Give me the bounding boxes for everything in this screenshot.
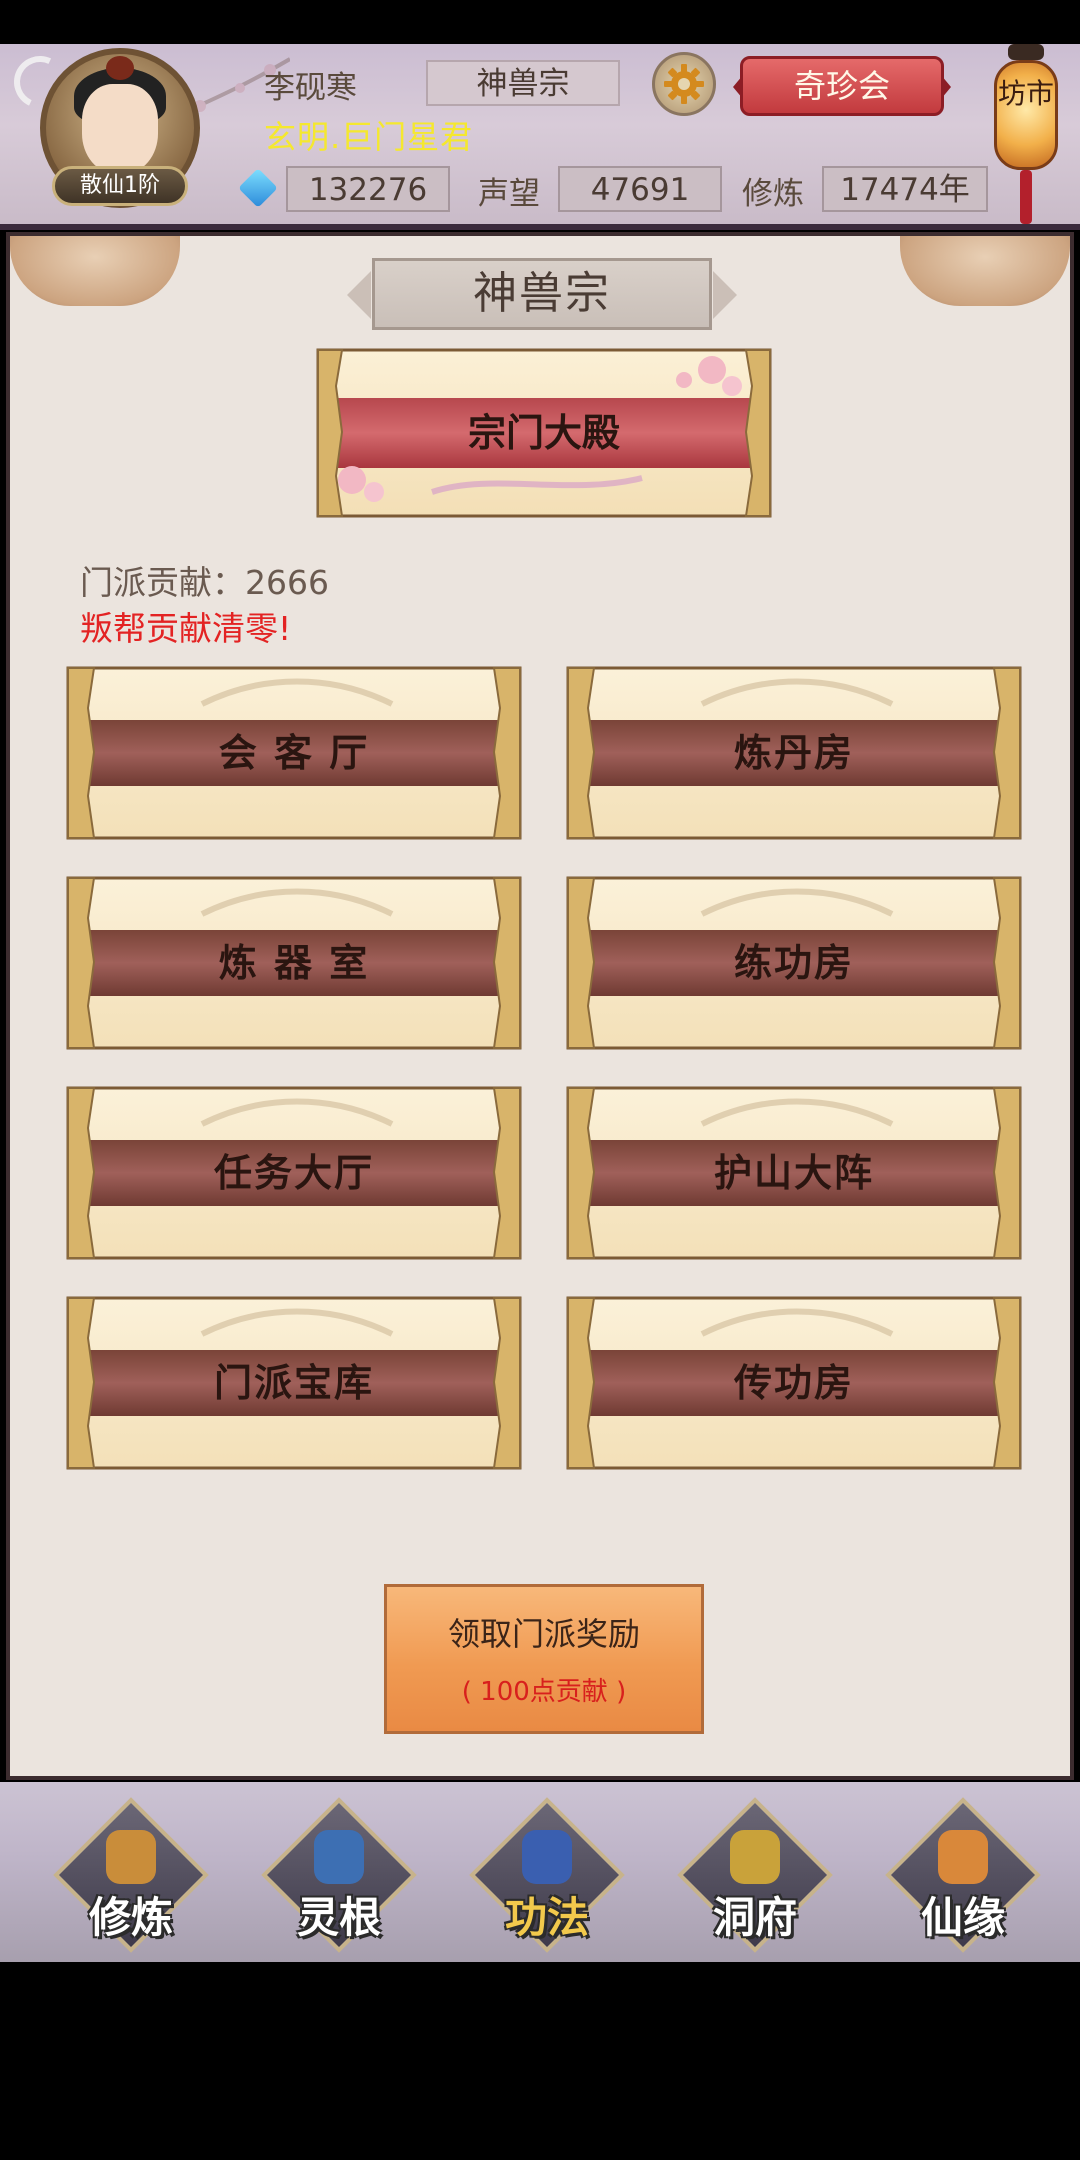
avatar-face	[82, 84, 158, 174]
building-button[interactable]: 练功房	[562, 874, 1026, 1052]
rank-badge: 散仙1阶	[52, 166, 188, 206]
nav-item-0[interactable]: 修炼	[53, 1797, 209, 1953]
building-label: 传功房	[733, 1361, 854, 1405]
cultivation-value: 17474年	[822, 166, 988, 212]
prestige-label: 声望	[478, 176, 540, 212]
building-label: 练功房	[733, 941, 854, 985]
bottom-nav: 修炼 灵根 功法 洞府 仙缘	[0, 1782, 1080, 1962]
nav-label: 修炼	[88, 1893, 173, 1942]
sect-hall-label: 宗门大殿	[467, 411, 620, 455]
avatar-hair-bun	[106, 56, 134, 80]
settings-button[interactable]	[652, 52, 716, 116]
book-icon	[522, 1830, 572, 1884]
building-button[interactable]: 任务大厅	[62, 1084, 526, 1262]
building-label: 任务大厅	[213, 1151, 374, 1195]
gourd-icon	[938, 1830, 988, 1884]
building-button[interactable]: 会 客 厅	[62, 664, 526, 842]
building-label: 炼丹房	[733, 731, 854, 775]
player-title: 玄明.巨门星君	[264, 118, 474, 156]
nav-item-1[interactable]: 灵根	[261, 1797, 417, 1953]
sword-icon	[314, 1830, 364, 1884]
nav-item-4[interactable]: 仙缘	[885, 1797, 1041, 1953]
spirit-stone-value: 132276	[286, 166, 450, 212]
game-screen: 散仙1阶 李砚寒 神兽宗 奇珍会 玄明.巨门星君 132276 声望 47691…	[0, 0, 1080, 2160]
sect-panel: 神兽宗 宗门大殿 门派贡献：2666 叛帮贡献清零! 会 客 厅 炼丹房 炼 器…	[6, 232, 1074, 1780]
player-header: 散仙1阶 李砚寒 神兽宗 奇珍会 玄明.巨门星君 132276 声望 47691…	[0, 44, 1080, 230]
nav-item-2[interactable]: 功法	[469, 1797, 625, 1953]
lantern-tassel	[1020, 170, 1032, 224]
nav-label: 灵根	[296, 1893, 381, 1942]
prestige-value: 47691	[558, 166, 722, 212]
sect-name-box: 神兽宗	[426, 60, 620, 106]
building-label: 炼 器 室	[218, 941, 370, 985]
sect-title: 神兽宗	[347, 258, 737, 330]
nav-label: 功法	[504, 1893, 589, 1942]
reward-title: 领取门派奖励	[447, 1615, 640, 1653]
building-button[interactable]: 传功房	[562, 1294, 1026, 1472]
claim-reward-button[interactable]: 领取门派奖励 ( 100点贡献 )	[384, 1584, 704, 1734]
market-lantern-button[interactable]: 坊市	[990, 44, 1062, 234]
reward-subtitle: ( 100点贡献 )	[461, 1677, 627, 1707]
treasure-auction-button[interactable]: 奇珍会	[733, 56, 951, 116]
contribution-text: 门派贡献：2666	[80, 563, 329, 602]
nav-label: 仙缘	[920, 1893, 1005, 1942]
sect-hall-button[interactable]: 宗门大殿	[312, 346, 776, 520]
gem-icon	[238, 168, 278, 208]
building-label: 护山大阵	[713, 1151, 874, 1195]
market-label: 坊市	[994, 60, 1058, 170]
nav-label: 洞府	[712, 1893, 797, 1942]
lantern-cap	[1008, 44, 1044, 60]
cloud-ornament-left	[10, 236, 180, 306]
player-name: 李砚寒	[264, 70, 357, 106]
building-button[interactable]: 门派宝库	[62, 1294, 526, 1472]
warning-text: 叛帮贡献清零!	[80, 609, 292, 648]
cultivation-label: 修炼	[742, 176, 804, 212]
nav-item-3[interactable]: 洞府	[677, 1797, 833, 1953]
building-button[interactable]: 护山大阵	[562, 1084, 1026, 1262]
gear-icon	[664, 64, 704, 104]
building-button[interactable]: 炼 器 室	[62, 874, 526, 1052]
monk-icon	[106, 1830, 156, 1884]
building-label: 门派宝库	[213, 1361, 374, 1405]
cloud-ornament-right	[900, 236, 1070, 306]
pagoda-icon	[730, 1830, 780, 1884]
building-button[interactable]: 炼丹房	[562, 664, 1026, 842]
building-label: 会 客 厅	[218, 731, 370, 775]
